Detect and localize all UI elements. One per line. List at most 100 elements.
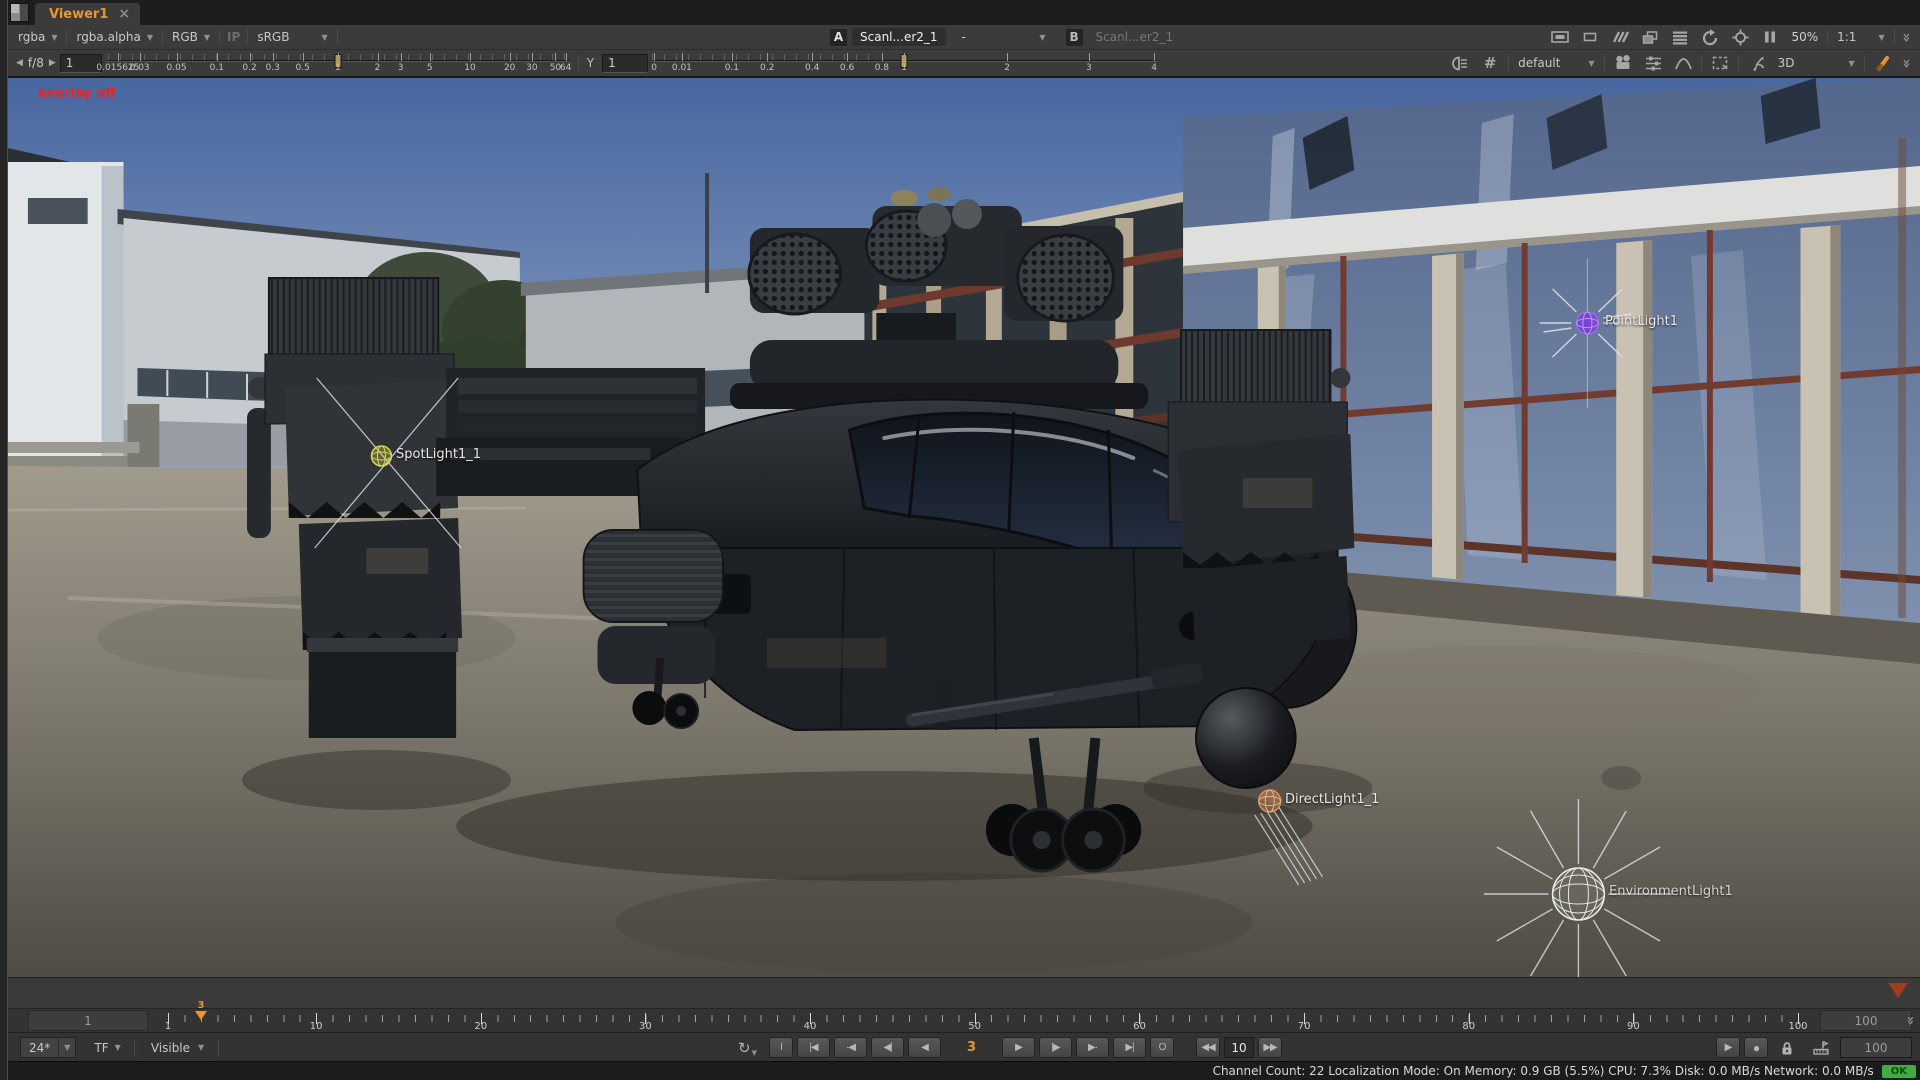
chevron-down-icon: ▼ — [752, 1049, 757, 1057]
environmentlight-label[interactable]: EnvironmentLight1 — [1609, 884, 1733, 899]
prev-arrow-icon[interactable]: ◀ — [16, 58, 23, 68]
play-forward-button[interactable]: ▶ — [1002, 1037, 1035, 1058]
transport-bar: 24* ▼ TF▼ Visible ▼ ↻▼ I |◀ ·◀ ◀| ◀ 3 ▶ — [8, 1032, 1920, 1061]
toolbar-top-right-icons: 50% 1:1▼ » — [1545, 28, 1914, 46]
last-frame-button[interactable]: ▶| — [1113, 1037, 1146, 1058]
tick-label: 30 — [639, 1021, 652, 1032]
monitor-frame-icon[interactable] — [1551, 28, 1569, 46]
input-process-toggle[interactable]: IP — [223, 30, 244, 44]
tick-label: 0.3 — [266, 63, 280, 73]
pause-icon[interactable] — [1761, 28, 1779, 46]
wipe-pen-icon[interactable] — [1874, 54, 1892, 72]
gamma-input[interactable]: 1 — [602, 54, 648, 73]
tick-label: 70 — [1298, 1021, 1311, 1032]
tick-label: 0.4 — [805, 63, 819, 73]
step-back-button[interactable]: ◀| — [871, 1037, 904, 1058]
handles-icon[interactable] — [1748, 54, 1766, 72]
chevron-down-icon: ▼ — [321, 33, 327, 42]
skip-forward-button[interactable]: ▶▶ — [1258, 1037, 1282, 1058]
fps-select[interactable]: 24* ▼ — [20, 1037, 76, 1058]
levels-icon[interactable] — [1644, 54, 1662, 72]
close-icon[interactable]: × — [118, 6, 130, 22]
viewer-3d-viewport[interactable]: overlay off SpotLight1_1 PointLight1 Dir… — [8, 77, 1920, 1008]
prev-keyframe-button[interactable]: ·◀ — [834, 1037, 867, 1058]
record-button[interactable]: ● — [1744, 1037, 1768, 1058]
headlight-icon[interactable] — [1451, 54, 1469, 72]
frame-timeline: 1 3 1102030405060708090100 100 » — [8, 1008, 1920, 1032]
lock-range-icon[interactable] — [1778, 1039, 1796, 1057]
gamma-slider[interactable]: 00.010.10.20.40.60.81234 — [652, 51, 1157, 76]
viewer-toolbar-top: rgba▼ rgba.alpha▼ RGB▼ IP sRGB▼ A Scanl.… — [8, 25, 1920, 50]
playhead-frame-label: 3 — [195, 1001, 207, 1011]
pane-menu-icon[interactable] — [10, 3, 29, 22]
tick-label: 0.01 — [672, 63, 692, 73]
tick-label: 1 — [901, 63, 907, 73]
tick-label: 20 — [504, 63, 515, 73]
range-start-input[interactable]: 1 — [28, 1010, 148, 1031]
curve-icon[interactable] — [1674, 54, 1692, 72]
frame-skip-input[interactable]: 10 — [1224, 1037, 1254, 1058]
frame-range-marker-icon[interactable] — [1812, 1039, 1830, 1057]
tick-label: 80 — [1462, 1021, 1475, 1032]
out-point-button[interactable]: O — [1150, 1037, 1174, 1058]
playhead[interactable]: 3 — [195, 1001, 207, 1020]
viewer-process-select[interactable]: sRGB▼ — [251, 28, 333, 46]
marquee-icon[interactable] — [1711, 54, 1729, 72]
proxy-rect-icon[interactable] — [1581, 28, 1599, 46]
lut-select[interactable]: default▼ — [1512, 54, 1600, 72]
tick-label: 0.6 — [840, 63, 854, 73]
double-chevron-down-icon[interactable]: » — [1898, 58, 1913, 68]
roi-stripes-icon[interactable] — [1611, 28, 1629, 46]
grid-icon[interactable]: # — [1481, 54, 1499, 72]
tf-select[interactable]: TF▼ — [88, 1039, 126, 1057]
double-chevron-down-icon[interactable]: » — [1898, 32, 1913, 42]
play-backward-button[interactable]: ◀ — [908, 1037, 941, 1058]
channel-display-select[interactable]: RGB▼ — [166, 28, 216, 46]
in-point-button[interactable]: I — [769, 1037, 793, 1058]
first-frame-button[interactable]: |◀ — [797, 1037, 830, 1058]
gain-slider[interactable]: 0.0156250.030.050.10.20.30.5123510203050… — [108, 51, 570, 76]
spotlight-label[interactable]: SpotLight1_1 — [396, 447, 481, 462]
directlight-label[interactable]: DirectLight1_1 — [1285, 792, 1379, 807]
chevron-down-icon: ▼ — [1848, 59, 1854, 68]
update-target-icon[interactable] — [1731, 28, 1749, 46]
gamma-label: Y — [587, 56, 594, 70]
tick-label: 0.1 — [210, 63, 224, 73]
next-keyframe-button[interactable]: ▶· — [1076, 1037, 1109, 1058]
zoom-level[interactable]: 50% — [1791, 30, 1818, 44]
loop-mode-button[interactable]: ↻▼ — [738, 1039, 757, 1057]
pointlight-label[interactable]: PointLight1 — [1605, 314, 1678, 329]
tick-mark — [732, 53, 733, 61]
next-arrow-icon[interactable]: ▶ — [49, 58, 56, 68]
a-input-badge: A — [830, 29, 847, 46]
camera-icon[interactable] — [1614, 54, 1632, 72]
visibility-select[interactable]: Visible ▼ — [142, 1037, 211, 1058]
tick-mark — [555, 53, 556, 61]
tab-label: Viewer1 — [49, 7, 108, 22]
current-frame-display[interactable]: 3 — [967, 1040, 976, 1055]
ab-blend-select[interactable]: -▼ — [956, 28, 1052, 46]
pixel-aspect-select[interactable]: 1:1▼ — [1831, 28, 1890, 46]
pane-edge[interactable] — [0, 0, 8, 1080]
timeline-ruler[interactable]: 3 1102030405060708090100 — [168, 1009, 1798, 1033]
tick-label: 3 — [398, 63, 404, 73]
double-chevron-down-icon[interactable]: » — [1902, 1015, 1917, 1025]
refresh-icon[interactable] — [1701, 28, 1719, 46]
flipbook-play-button[interactable]: ▶ — [1716, 1037, 1740, 1058]
chevron-down-icon: ▼ — [204, 33, 210, 42]
stack-lines-icon[interactable] — [1671, 28, 1689, 46]
alpha-select[interactable]: rgba.alpha▼ — [70, 28, 159, 46]
playback-range-end[interactable]: 100 — [1840, 1037, 1912, 1058]
b-input-badge: B — [1066, 29, 1083, 46]
tick-label: 0.5 — [296, 63, 310, 73]
skip-back-button[interactable]: ◀◀ — [1196, 1037, 1220, 1058]
status-ok-badge: OK — [1882, 1065, 1916, 1078]
step-forward-button[interactable]: |▶ — [1039, 1037, 1072, 1058]
tab-viewer1[interactable]: Viewer1 × — [35, 3, 140, 25]
b-input-select[interactable]: Scanl...er2_1 — [1088, 28, 1182, 46]
a-input-select[interactable]: Scanl...er2_1 — [852, 28, 946, 46]
new-window-icon[interactable] — [1641, 28, 1659, 46]
range-end-input[interactable]: 100 — [1820, 1010, 1912, 1031]
view-mode-select[interactable]: 3D▼ — [1772, 54, 1861, 72]
layer-select[interactable]: rgba▼ — [12, 28, 63, 46]
